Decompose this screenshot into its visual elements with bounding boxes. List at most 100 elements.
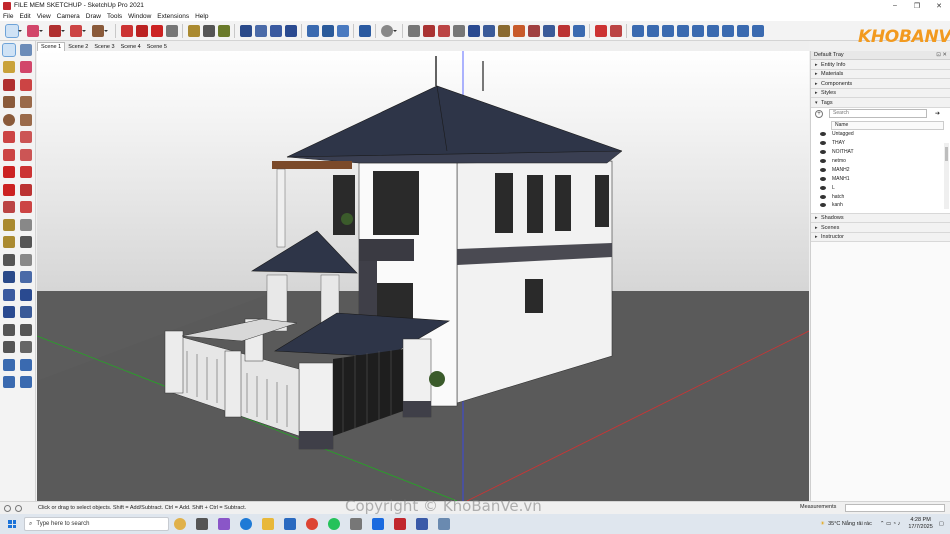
tab-scene-4[interactable]: Scene 4 <box>118 43 144 51</box>
rotated-rect-icon[interactable] <box>20 96 33 109</box>
menu-help[interactable]: Help <box>192 13 211 20</box>
text-icon[interactable] <box>20 236 33 249</box>
autocad-icon[interactable] <box>394 518 406 530</box>
move-tool-icon[interactable] <box>2 166 15 179</box>
curve-tool-6-icon[interactable] <box>706 24 719 37</box>
tag-search-input[interactable]: Search <box>829 109 927 118</box>
curve-tool-8-icon[interactable] <box>736 24 749 37</box>
whatsapp-icon[interactable] <box>328 518 340 530</box>
eye-icon[interactable] <box>820 177 826 181</box>
panel-styles[interactable]: ▸ Styles <box>811 88 950 98</box>
curve-tool-3-icon[interactable] <box>661 24 674 37</box>
rectangle-tool-icon[interactable] <box>91 24 108 37</box>
eye-icon[interactable] <box>820 195 826 199</box>
curve-tool-5-icon[interactable] <box>691 24 704 37</box>
dimension-icon[interactable] <box>542 24 555 37</box>
select-icon[interactable] <box>1 42 16 57</box>
menu-edit[interactable]: Edit <box>16 13 33 20</box>
styles-icon[interactable] <box>594 24 607 37</box>
followme-tool-icon[interactable] <box>20 183 33 196</box>
follow-me-icon[interactable] <box>437 24 450 37</box>
geolocation-icon[interactable] <box>15 504 22 512</box>
curve-tool-1-icon[interactable] <box>631 24 644 37</box>
layout-tool-icon[interactable] <box>2 376 15 389</box>
details-arrow-icon[interactable]: ➔ <box>935 110 940 117</box>
notification-icon[interactable]: ▢ <box>939 521 944 527</box>
tags-scrollbar[interactable] <box>944 142 949 209</box>
two-point-arc-icon[interactable] <box>20 131 33 144</box>
tag-row[interactable]: netmo <box>811 157 950 166</box>
info-icon[interactable] <box>4 504 11 512</box>
tag-row[interactable]: kanh <box>811 202 950 208</box>
sandbox-icon[interactable] <box>497 24 510 37</box>
circle-icon[interactable] <box>2 113 15 126</box>
orbit-tool-icon[interactable] <box>2 271 15 284</box>
line-icon[interactable] <box>2 78 15 91</box>
tape-measure-icon[interactable] <box>187 24 200 37</box>
zalo-icon[interactable] <box>372 518 384 530</box>
tools-ext-icon[interactable] <box>557 24 570 37</box>
curve-tool-7-icon[interactable] <box>721 24 734 37</box>
menu-window[interactable]: Window <box>125 13 154 20</box>
sketchup-taskbar-icon[interactable] <box>416 518 428 530</box>
zoom-tool-icon[interactable] <box>2 288 15 301</box>
scale-tool-icon[interactable] <box>2 201 15 214</box>
eye-icon[interactable] <box>820 168 826 172</box>
tray-icons[interactable]: ⌃ ▭ ◔ ♪ <box>880 521 900 527</box>
emoji-widget-icon[interactable] <box>174 518 186 530</box>
3d-text-icon[interactable] <box>20 253 33 266</box>
line-tool-icon[interactable] <box>48 24 65 37</box>
rotate-icon[interactable] <box>150 24 163 37</box>
tag-row[interactable]: NOITHAT <box>811 148 950 157</box>
tab-scene-5[interactable]: Scene 5 <box>144 43 170 51</box>
arc-tool-icon[interactable] <box>70 24 86 37</box>
tag-row[interactable]: Untagged <box>811 130 950 139</box>
close-icon[interactable]: ✕ <box>928 0 950 11</box>
move-icon[interactable] <box>135 24 148 37</box>
erase-icon[interactable] <box>20 61 33 74</box>
zoom-extents-icon[interactable] <box>284 24 297 37</box>
warehouse-tool-icon[interactable] <box>2 358 15 371</box>
section-icon[interactable] <box>20 341 33 354</box>
tag-row[interactable]: hatch <box>811 193 950 202</box>
layout-icon[interactable] <box>336 24 349 37</box>
minimize-icon[interactable]: – <box>884 0 906 11</box>
3d-viewport[interactable] <box>37 51 809 501</box>
add-tag-icon[interactable]: + <box>815 109 823 118</box>
walk-tool-icon[interactable] <box>2 341 15 354</box>
panel-shadows[interactable]: ▸ Shadows <box>811 213 950 223</box>
menu-draw[interactable]: Draw <box>83 13 104 20</box>
tape-icon[interactable] <box>2 218 15 231</box>
ext-manager-tool-icon[interactable] <box>20 376 33 389</box>
tray-close-icon[interactable]: ⊡ ✕ <box>936 52 947 58</box>
plugin-icon[interactable] <box>572 24 585 37</box>
select-tool-icon[interactable] <box>4 23 22 38</box>
eye-icon[interactable] <box>820 141 826 145</box>
taskbar-search[interactable]: ⌕ Type here to search <box>24 517 169 531</box>
pan-tool-icon[interactable] <box>20 271 33 284</box>
fog-icon[interactable] <box>527 24 540 37</box>
paint-bucket-icon[interactable] <box>217 24 230 37</box>
views-icon[interactable] <box>609 24 622 37</box>
push-pull-icon[interactable] <box>120 24 133 37</box>
store-icon[interactable] <box>284 518 296 530</box>
three-point-arc-icon[interactable] <box>2 148 15 161</box>
account-icon[interactable] <box>380 24 397 37</box>
panel-materials[interactable]: ▸ Materials <box>811 69 950 79</box>
pan-icon[interactable] <box>254 24 267 37</box>
edge-icon[interactable] <box>240 518 252 530</box>
pushpull-tool-icon[interactable] <box>20 166 33 179</box>
tab-scene-1[interactable]: Scene 1 <box>37 42 66 51</box>
look-around-icon[interactable] <box>20 323 33 336</box>
section-plane-icon[interactable] <box>407 24 420 37</box>
menu-tools[interactable]: Tools <box>104 13 125 20</box>
curve-tool-4-icon[interactable] <box>676 24 689 37</box>
zoom-icon[interactable] <box>269 24 282 37</box>
eye-icon[interactable] <box>820 150 826 154</box>
rotate-tool-icon[interactable] <box>2 183 15 196</box>
measurements-input[interactable] <box>845 504 945 512</box>
pie-icon[interactable] <box>20 148 33 161</box>
panel-components[interactable]: ▸ Components <box>811 79 950 89</box>
position-camera-icon[interactable] <box>2 323 15 336</box>
extension-warehouse-icon[interactable] <box>321 24 334 37</box>
